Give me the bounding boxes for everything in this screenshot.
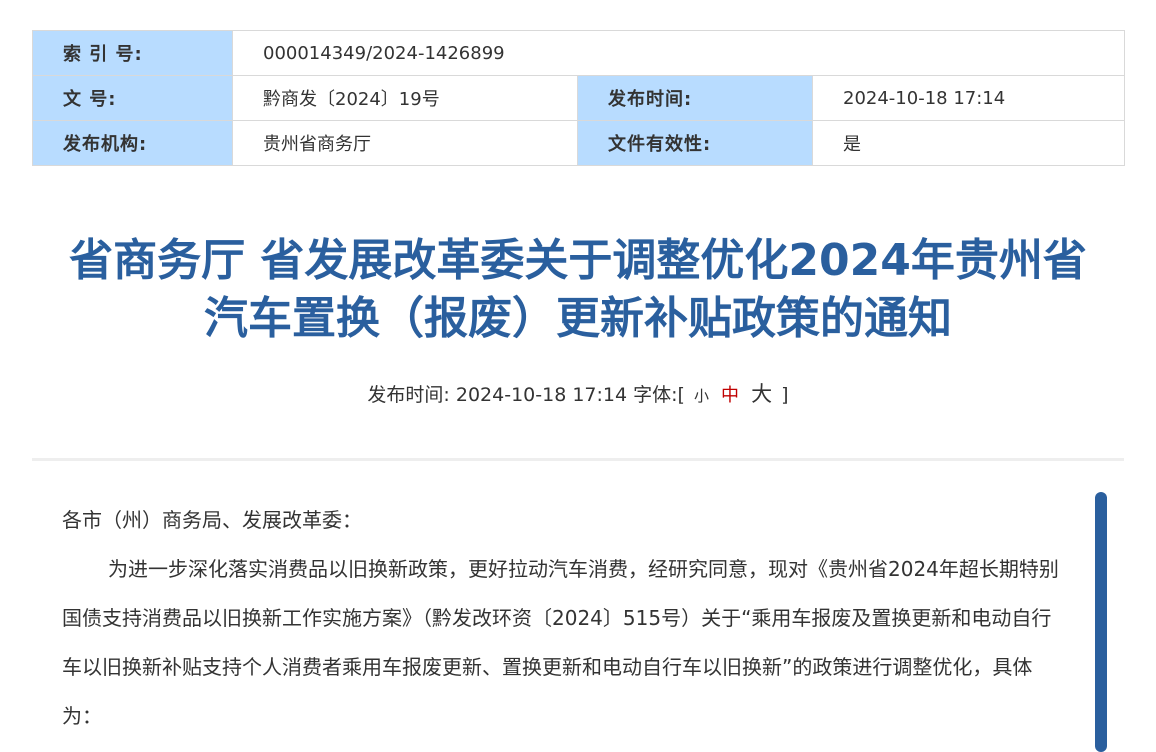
article-body: 各市（州）商务局、发展改革委： 为进一步深化落实消费品以旧换新政策，更好拉动汽车… bbox=[62, 496, 1062, 741]
index-value: 000014349/2024-1426899 bbox=[231, 30, 1126, 76]
docno-label: 文 号: bbox=[32, 75, 233, 121]
font-size-large-button[interactable]: 大 bbox=[751, 382, 772, 406]
document-meta-table: 索 引 号: 000014349/2024-1426899 文 号: 黔商发〔2… bbox=[32, 30, 1126, 166]
pubtime-value: 2024-10-18 17:14 bbox=[811, 75, 1126, 121]
index-label: 索 引 号: bbox=[32, 30, 233, 76]
article-title: 省商务厅 省发展改革委关于调整优化2024年贵州省 汽车置换（报废）更新补贴政策… bbox=[20, 232, 1136, 348]
font-size-small-button[interactable]: 小 bbox=[694, 387, 709, 405]
meta-row-index: 索 引 号: 000014349/2024-1426899 bbox=[32, 30, 1126, 76]
meta-row-issuer: 发布机构: 贵州省商务厅 文件有效性: 是 bbox=[32, 120, 1126, 166]
validity-label: 文件有效性: bbox=[577, 120, 813, 166]
font-size-medium-button[interactable]: 中 bbox=[721, 385, 739, 406]
pubtime-label: 发布时间: bbox=[577, 75, 813, 121]
scrollbar-thumb[interactable] bbox=[1095, 492, 1107, 752]
article-title-line2: 汽车置换（报废）更新补贴政策的通知 bbox=[204, 293, 952, 344]
salutation: 各市（州）商务局、发展改革委： bbox=[62, 508, 362, 532]
issuer-label: 发布机构: bbox=[32, 120, 233, 166]
body-paragraph: 为进一步深化落实消费品以旧换新政策，更好拉动汽车消费，经研究同意，现对《贵州省2… bbox=[62, 557, 1059, 728]
meta-row-docno: 文 号: 黔商发〔2024〕19号 发布时间: 2024-10-18 17:14 bbox=[32, 75, 1126, 121]
validity-value: 是 bbox=[811, 120, 1126, 166]
issuer-value: 贵州省商务厅 bbox=[232, 120, 578, 166]
content-divider bbox=[32, 458, 1124, 461]
publish-info-suffix: ] bbox=[781, 384, 789, 406]
publish-info-line: 发布时间: 2024-10-18 17:14 字体:[ 小 中 大 ] bbox=[0, 378, 1156, 408]
article-title-line1: 省商务厅 省发展改革委关于调整优化2024年贵州省 bbox=[69, 235, 1087, 286]
publish-info-text: 发布时间: 2024-10-18 17:14 字体:[ bbox=[367, 384, 685, 406]
docno-value: 黔商发〔2024〕19号 bbox=[232, 75, 578, 121]
